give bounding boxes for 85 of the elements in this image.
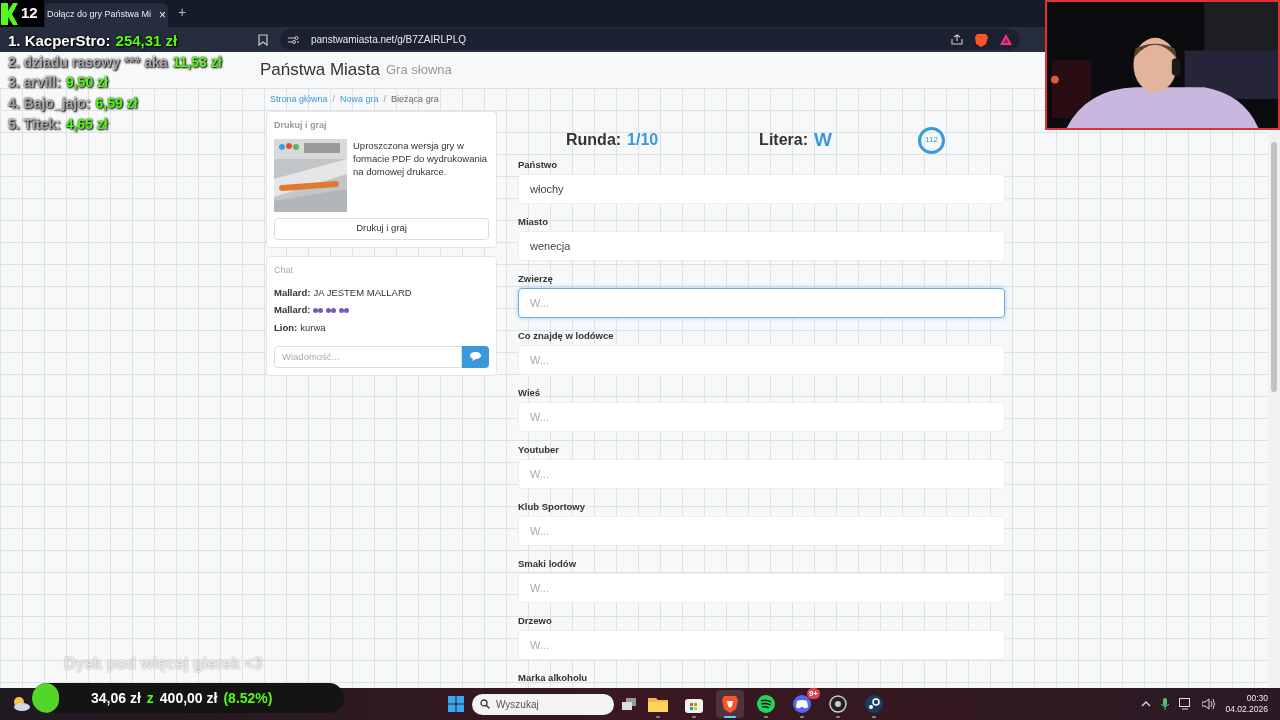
notification-badge: 9+ bbox=[806, 688, 820, 699]
leaderboard-name: 5. Titek: bbox=[8, 114, 61, 134]
browser-tab[interactable]: Dołącz do gry Państwa Mi × bbox=[45, 3, 169, 27]
field-label: Państwo bbox=[518, 158, 559, 170]
goal-target: 400,00 zł bbox=[159, 688, 218, 708]
gamepad-icon bbox=[793, 695, 811, 713]
lion-shield-icon[interactable] bbox=[975, 32, 988, 47]
network-icon[interactable] bbox=[1179, 698, 1193, 710]
field-label: Klub Sportowy bbox=[518, 500, 587, 512]
field-label: Co znajdę w lodówce bbox=[518, 329, 615, 341]
folder-icon bbox=[648, 696, 668, 712]
clock-time: 00:30 bbox=[1246, 693, 1268, 704]
close-tab-button[interactable]: × bbox=[159, 6, 167, 24]
emote-icon bbox=[339, 306, 350, 314]
field-label: Miasto bbox=[518, 215, 550, 227]
logo-icon bbox=[1, 2, 18, 25]
bookmark-icon[interactable] bbox=[258, 33, 268, 46]
lion-shield-icon bbox=[722, 695, 738, 713]
task-view-icon[interactable] bbox=[622, 698, 636, 710]
clock-date: 04.02.2026 bbox=[1225, 704, 1268, 715]
print-button[interactable]: Drukuj i graj bbox=[274, 217, 489, 240]
emote-icon bbox=[326, 306, 337, 314]
answer-field[interactable]: wenecja bbox=[518, 231, 1005, 261]
url-text: panstwamiasta.net/g/B7ZAIRLPLQ bbox=[311, 33, 467, 47]
letter-label: Litera: bbox=[759, 130, 808, 150]
leaderboard-name: 4. Bajo_jajo: bbox=[8, 93, 91, 113]
breadcrumb-separator: / bbox=[332, 93, 336, 107]
site-settings-icon[interactable] bbox=[288, 34, 299, 45]
field-label: Marka alkoholu bbox=[518, 671, 589, 685]
site-subtitle: Gra słowna bbox=[386, 61, 452, 80]
chat-message: kurwa bbox=[300, 320, 326, 335]
card-heading: Chat bbox=[274, 263, 294, 277]
round-label: Runda: bbox=[566, 130, 622, 150]
send-button[interactable] bbox=[462, 345, 489, 368]
answer-field[interactable]: włochy bbox=[518, 174, 1005, 204]
answer-field[interactable]: W... bbox=[518, 288, 1005, 318]
field-label: Zwierzę bbox=[518, 272, 554, 284]
taskbar-app[interactable] bbox=[716, 690, 744, 718]
field-label: Smaki lodów bbox=[518, 557, 578, 569]
goal-separator: z bbox=[146, 688, 154, 708]
speech-bubble-icon bbox=[470, 352, 481, 362]
site-title[interactable]: Państwa Miasta bbox=[260, 57, 380, 83]
tab-title: Dołącz do gry Państwa Mi bbox=[47, 8, 152, 22]
leaderboard-amount: 9,50 zł bbox=[65, 73, 108, 93]
message-field[interactable]: Wiadomość... bbox=[274, 345, 462, 368]
triangle-icon[interactable] bbox=[1000, 34, 1012, 45]
chat-author: Mallard: bbox=[274, 286, 311, 300]
leaderboard-name: 1. KacperStro: bbox=[8, 31, 111, 52]
chat-author: Lion: bbox=[274, 320, 298, 335]
card-description: Uproszczona wersja gry w formacie PDF do wydrukowania na domowej drukarce. bbox=[353, 138, 489, 179]
volume-icon[interactable] bbox=[1202, 698, 1216, 710]
leaderboard-name: 2. dziadu rasowy *** aka bbox=[8, 52, 168, 72]
chat-author: Mallard: bbox=[274, 303, 311, 318]
card-heading: Drukuj i graj bbox=[274, 119, 328, 132]
round-value: 1/10 bbox=[627, 130, 660, 150]
leaderboard-amount: 254,31 zł bbox=[115, 31, 178, 52]
search-icon bbox=[480, 699, 490, 709]
music-icon bbox=[757, 695, 775, 713]
viewer-count: 12 bbox=[21, 3, 38, 24]
camera-ring-icon bbox=[829, 695, 847, 713]
new-tab-button[interactable]: + bbox=[178, 2, 187, 23]
leaderboard-amount: 4,65 zł bbox=[65, 114, 108, 134]
breadcrumb-separator: / bbox=[383, 93, 387, 107]
address-field[interactable]: panstwamiasta.net/g/B7ZAIRLPLQ bbox=[280, 29, 1020, 50]
chevron-up-icon[interactable] bbox=[1141, 701, 1152, 707]
field-label: Youtuber bbox=[518, 443, 560, 455]
scrollbar-thumb[interactable] bbox=[1271, 142, 1277, 392]
leaderboard-amount: 11,53 zł bbox=[172, 52, 222, 72]
leaderboard-amount: 6,59 zł bbox=[95, 93, 138, 113]
field-label: Wieś bbox=[518, 386, 542, 398]
chat-message: JA JESTEM MALLARD bbox=[313, 286, 412, 300]
microphone-icon[interactable] bbox=[1161, 698, 1170, 710]
letter-value: W bbox=[814, 127, 833, 152]
timer: 112 bbox=[918, 126, 945, 154]
field-label: Drzewo bbox=[518, 614, 553, 626]
goal-percent: (8.52%) bbox=[223, 688, 273, 708]
emote-icon bbox=[313, 306, 324, 314]
share-icon[interactable] bbox=[951, 34, 963, 45]
goal-current: 34,06 zł bbox=[91, 688, 141, 708]
weather-icon[interactable] bbox=[12, 696, 30, 712]
search-field[interactable]: Wyszukaj bbox=[472, 693, 614, 715]
leaderboard-name: 3. arvill: bbox=[8, 73, 61, 93]
steam-icon bbox=[865, 695, 883, 713]
breadcrumb-current: Bieżąca gra bbox=[391, 93, 439, 107]
windows-start-icon[interactable] bbox=[448, 696, 464, 712]
